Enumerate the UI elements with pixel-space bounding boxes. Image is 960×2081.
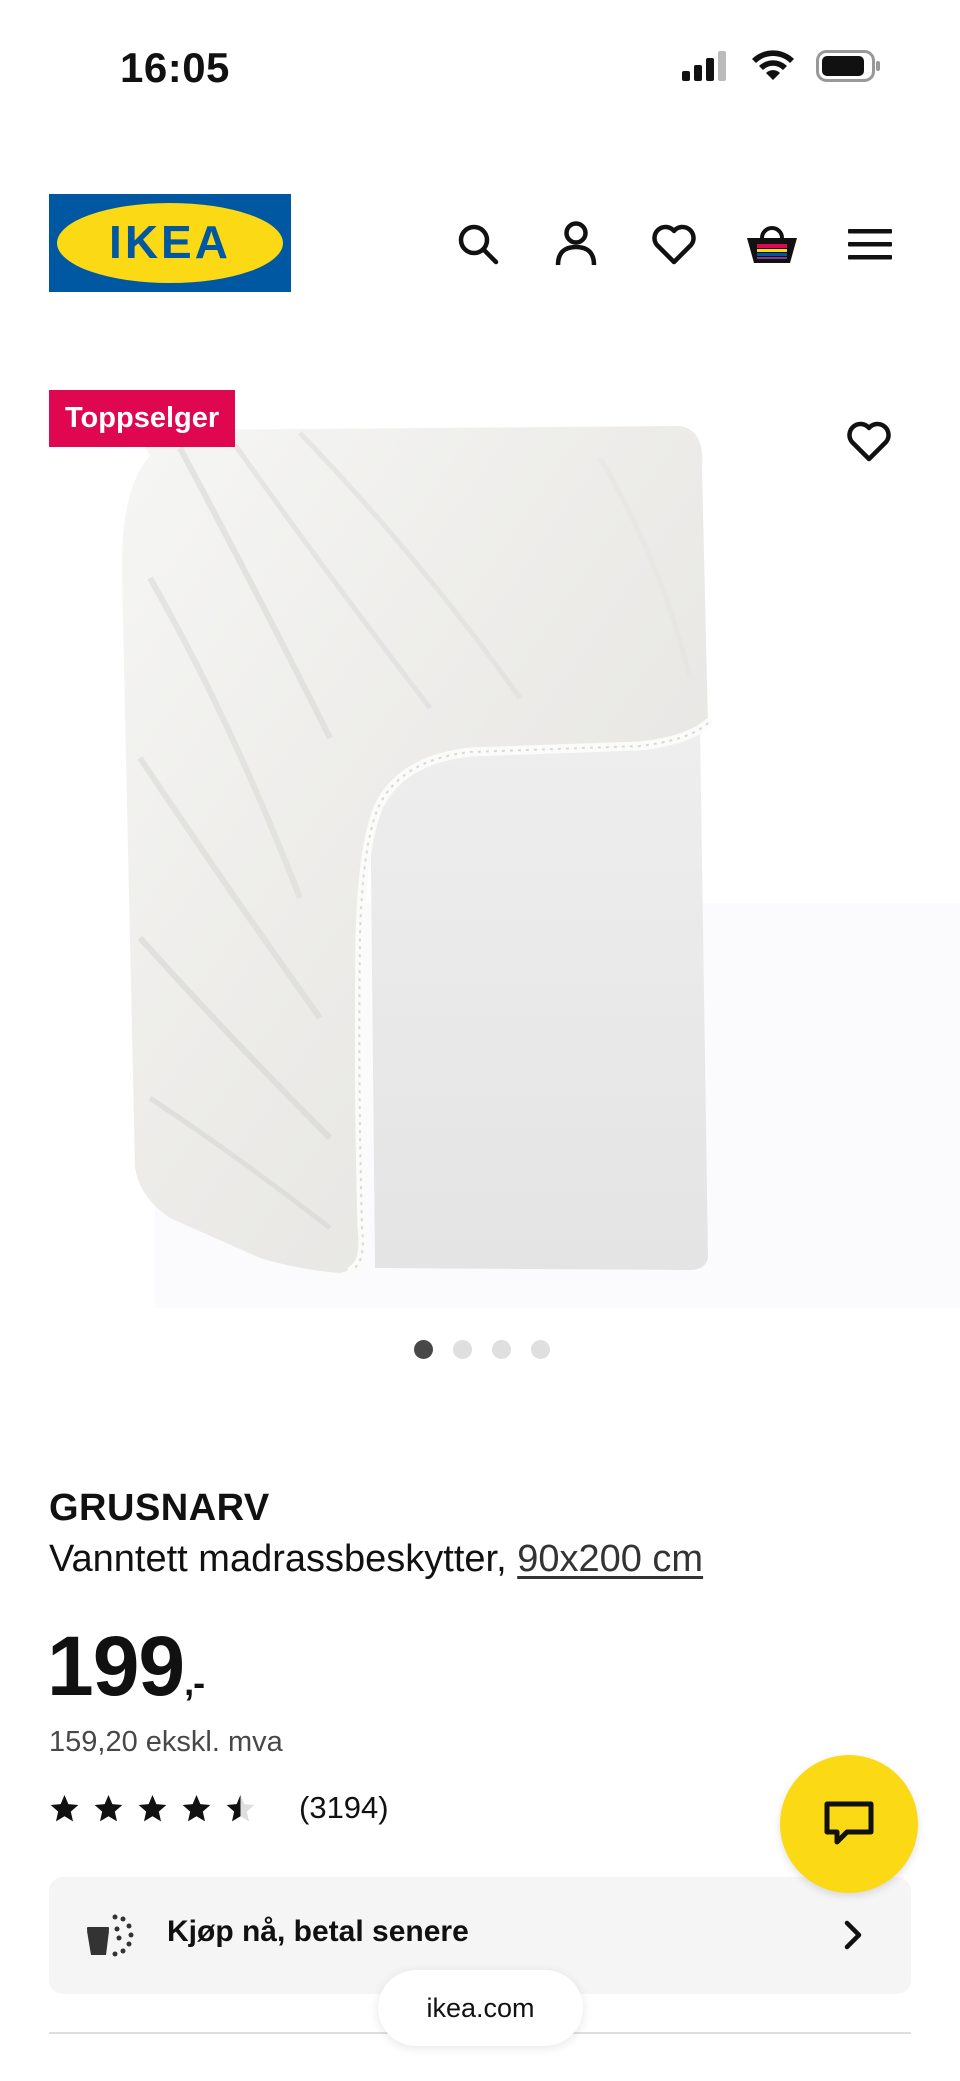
rating[interactable]: (3194) [49,1790,389,1826]
star-icon [138,1794,167,1821]
site-header: IKEA [0,190,960,300]
shopping-bag-icon[interactable] [744,216,800,272]
mattress-protector-image [121,426,713,1275]
size-link[interactable]: 90x200 cm [517,1538,703,1580]
product-name: GRUSNARV [49,1487,270,1529]
price-excl-vat: 159,20 ekskl. mva [49,1726,283,1758]
ikea-logo[interactable]: IKEA [49,194,291,292]
star-icon [182,1794,211,1821]
status-time: 16:05 [120,44,230,91]
browser-url-pill[interactable]: ikea.com [378,1970,583,2046]
top-seller-badge: Toppselger [49,390,236,447]
cellular-signal-icon [682,51,726,81]
status-icons [682,50,882,82]
product-type: Vanntett madrassbeskytter, [49,1538,507,1580]
header-icons [450,216,898,272]
wifi-icon [752,50,794,80]
battery-icon [816,50,880,82]
product-price: 199,- [47,1618,205,1715]
chat-icon [824,1801,874,1845]
product-image[interactable] [0,378,960,1308]
account-icon[interactable] [548,216,604,272]
chevron-right-icon [844,1920,862,1950]
carousel-dot[interactable] [531,1340,550,1359]
bnpl-label: Kjøp nå, betal senere [167,1915,469,1948]
carousel-dot[interactable] [453,1340,472,1359]
status-bar: 16:05 [0,0,960,140]
product-description: Vanntett madrassbeskytter, 90x200 cm [49,1538,703,1581]
star-icon [94,1794,123,1821]
heart-icon [847,421,891,462]
price-suffix: ,- [184,1662,205,1703]
logo-text: IKEA [109,216,231,268]
price-value: 199 [47,1619,185,1713]
payment-icon [87,1914,134,1957]
search-icon[interactable] [450,216,506,272]
half-star-icon [226,1794,255,1821]
menu-icon[interactable] [842,216,898,272]
image-carousel-dots [414,1340,550,1359]
carousel-dot[interactable] [492,1340,511,1359]
chat-button[interactable] [780,1755,918,1893]
carousel-dot[interactable] [414,1340,433,1359]
favourite-button[interactable] [838,410,900,472]
rating-count: (3194) [299,1790,389,1825]
heart-icon[interactable] [646,216,702,272]
star-icon [50,1794,79,1821]
